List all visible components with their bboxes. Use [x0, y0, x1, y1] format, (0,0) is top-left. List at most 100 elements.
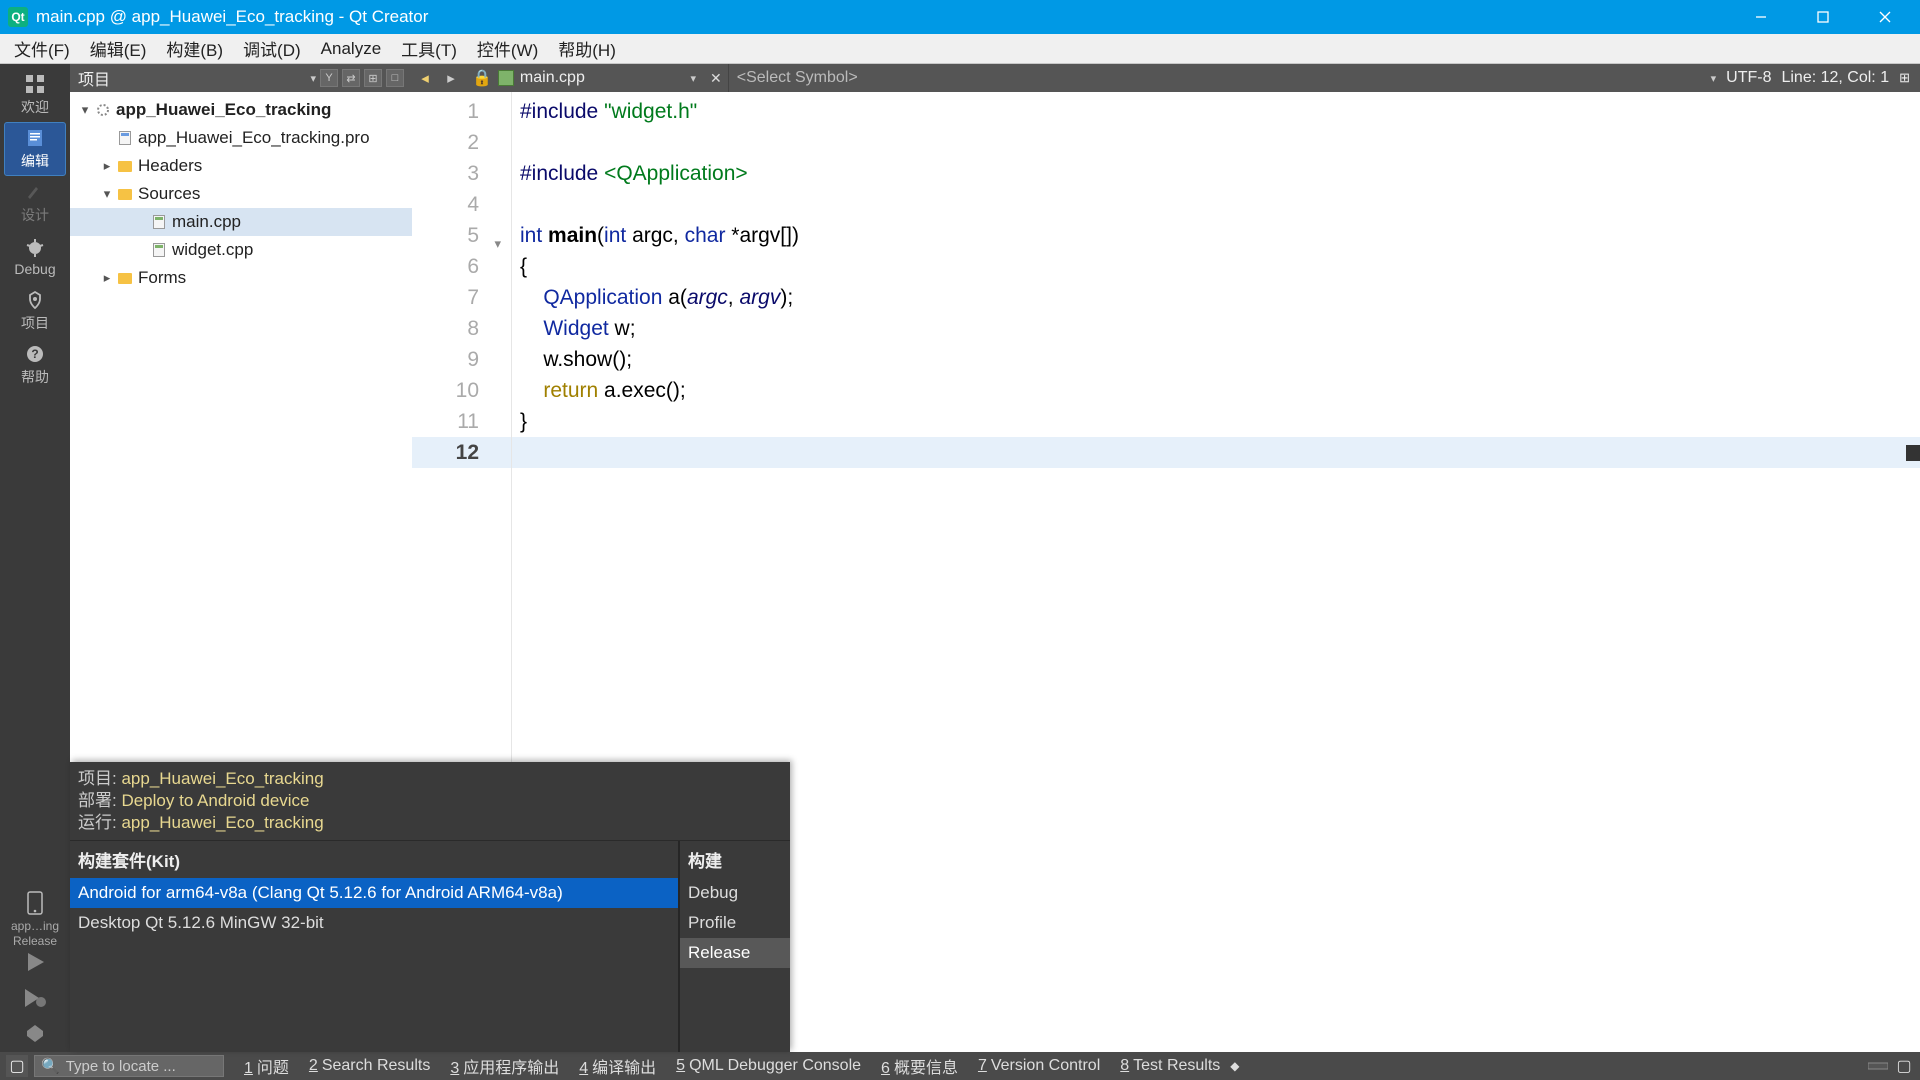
symbol-selector[interactable]: <Select Symbol> [728, 64, 1528, 92]
build-button[interactable] [17, 1016, 53, 1052]
run-debug-button[interactable] [17, 980, 53, 1016]
output-dropdown-icon[interactable]: ◆ [1230, 1059, 1239, 1073]
mode-项目[interactable]: 项目 [4, 284, 66, 338]
code-line[interactable] [512, 189, 1920, 220]
bottom-bar: ▢ 🔍 Type to locate ... 1问题 2Search Result… [0, 1052, 1920, 1080]
tree-row[interactable]: app_Huawei_Eco_tracking.pro [70, 124, 412, 152]
target-selector[interactable]: app…ing Release [4, 894, 66, 944]
code-line[interactable]: } [512, 406, 1920, 437]
encoding-dropdown-icon[interactable]: ▾ [1711, 72, 1717, 85]
code-line[interactable] [512, 437, 1920, 468]
menu-item[interactable]: 控件(W) [467, 32, 548, 65]
chevron-icon[interactable]: ▾ [98, 186, 116, 202]
tree-row[interactable]: ▸Forms [70, 264, 412, 292]
tree-item-label: widget.cpp [172, 240, 253, 260]
code-line[interactable]: #include "widget.h" [512, 96, 1920, 127]
menu-item[interactable]: 帮助(H) [548, 32, 626, 65]
file-dropdown-icon[interactable]: ▾ [690, 72, 696, 85]
tree-row[interactable]: ▾ app_Huawei_Eco_tracking [70, 96, 412, 124]
chevron-icon[interactable]: ▸ [98, 158, 116, 174]
tree-row[interactable]: ▸Headers [70, 152, 412, 180]
close-file-button[interactable]: ✕ [704, 70, 728, 87]
mode-编辑[interactable]: 编辑 [4, 122, 66, 176]
kit-list-column: 构建套件(Kit) Android for arm64-v8a (Clang Q… [70, 841, 680, 1052]
code-line[interactable]: Widget w; [512, 313, 1920, 344]
window-maximize-button[interactable] [1792, 0, 1854, 34]
mode-icon: ? [24, 343, 46, 365]
mode-icon [24, 289, 46, 311]
output-pane-button[interactable]: 5QML Debugger Console [676, 1057, 861, 1075]
run-button[interactable] [17, 944, 53, 980]
split-icon[interactable]: ⊞ [364, 69, 382, 87]
scrollbar-marker [1906, 445, 1920, 461]
project-panel-title: 项目 [78, 66, 110, 90]
line-number: 10 [412, 375, 511, 406]
mode-帮助[interactable]: ?帮助 [4, 338, 66, 392]
output-pane-button[interactable]: 1问题 [244, 1054, 289, 1078]
phone-icon [26, 891, 44, 918]
nav-back-button[interactable]: ◂ [412, 69, 438, 87]
chevron-icon[interactable]: ▸ [98, 270, 116, 286]
code-line[interactable]: { [512, 251, 1920, 282]
encoding-label[interactable]: UTF-8 [1726, 69, 1771, 87]
output-pane-button[interactable]: 6概要信息 [881, 1054, 958, 1078]
window-title: main.cpp @ app_Huawei_Eco_tracking - Qt … [36, 7, 428, 27]
build-item[interactable]: Debug [680, 878, 790, 908]
window-minimize-button[interactable] [1730, 0, 1792, 34]
kit-item[interactable]: Android for arm64-v8a (Clang Qt 5.12.6 f… [70, 878, 678, 908]
tree-row[interactable]: ▾Sources [70, 180, 412, 208]
kit-item[interactable]: Desktop Qt 5.12.6 MinGW 32-bit [70, 908, 678, 938]
line-number: 6 [412, 251, 511, 282]
tree-item-label: app_Huawei_Eco_tracking [116, 100, 331, 120]
tree-row[interactable]: main.cpp [70, 208, 412, 236]
code-line[interactable]: QApplication a(argc, argv); [512, 282, 1920, 313]
menu-item[interactable]: 调试(D) [233, 32, 311, 65]
code-line[interactable] [512, 127, 1920, 158]
code-line[interactable]: w.show(); [512, 344, 1920, 375]
locator-input[interactable]: 🔍 Type to locate ... [34, 1055, 224, 1077]
tree-item-icon [116, 185, 134, 203]
mode-label: 帮助 [21, 367, 49, 387]
open-file-selector[interactable]: 🔒 main.cpp ▾ [464, 64, 704, 92]
window-close-button[interactable] [1854, 0, 1916, 34]
nav-forward-button[interactable]: ▸ [438, 69, 464, 87]
mode-label: 设计 [21, 205, 49, 225]
mode-Debug[interactable]: Debug [4, 230, 66, 284]
output-pane-button[interactable]: 8Test Results [1120, 1057, 1220, 1075]
menu-item[interactable]: 编辑(E) [80, 32, 157, 65]
add-icon[interactable]: □ [386, 69, 404, 87]
output-pane-button[interactable]: 4编译输出 [579, 1054, 656, 1078]
panel-dropdown-icon[interactable]: ▾ [310, 72, 316, 85]
tree-item-icon [116, 157, 134, 175]
mode-欢迎[interactable]: 欢迎 [4, 68, 66, 122]
tree-item-label: main.cpp [172, 212, 241, 232]
code-line[interactable]: int main(int argc, char *argv[]) [512, 220, 1920, 251]
link-icon[interactable]: ⇄ [342, 69, 360, 87]
mode-设计[interactable]: 设计 [4, 176, 66, 230]
chevron-icon[interactable]: ▾ [76, 102, 94, 118]
toggle-sidebar-icon[interactable]: ▢ [6, 1055, 28, 1077]
menu-item[interactable]: Analyze [311, 35, 391, 63]
filter-icon[interactable]: Y [320, 69, 338, 87]
split-editor-icon[interactable]: ⊞ [1899, 70, 1910, 86]
output-pane-button[interactable]: 3应用程序输出 [450, 1054, 559, 1078]
project-panel-header: 项目 ▾ Y ⇄ ⊞ □ [70, 64, 412, 92]
toggle-right-sidebar-icon[interactable]: ▢ [1894, 1059, 1914, 1073]
menu-item[interactable]: 文件(F) [4, 32, 80, 65]
menu-item[interactable]: 构建(B) [156, 32, 233, 65]
build-item[interactable]: Profile [680, 908, 790, 938]
code-line[interactable]: #include <QApplication> [512, 158, 1920, 189]
tree-item-label: app_Huawei_Eco_tracking.pro [138, 128, 370, 148]
code-line[interactable]: return a.exec(); [512, 375, 1920, 406]
kit-column-header: 构建套件(Kit) [70, 841, 678, 878]
menu-item[interactable]: 工具(T) [391, 32, 467, 65]
tree-row[interactable]: widget.cpp [70, 236, 412, 264]
output-pane-button[interactable]: 2Search Results [309, 1057, 430, 1075]
cursor-position[interactable]: Line: 12, Col: 1 [1781, 69, 1889, 87]
build-item[interactable]: Release [680, 938, 790, 968]
file-icon [498, 70, 514, 86]
output-pane-button[interactable]: 7Version Control [978, 1057, 1100, 1075]
titlebar: Qt main.cpp @ app_Huawei_Eco_tracking - … [0, 0, 1920, 34]
progress-indicator-icon[interactable] [1868, 1059, 1888, 1073]
mode-label: 欢迎 [21, 97, 49, 117]
